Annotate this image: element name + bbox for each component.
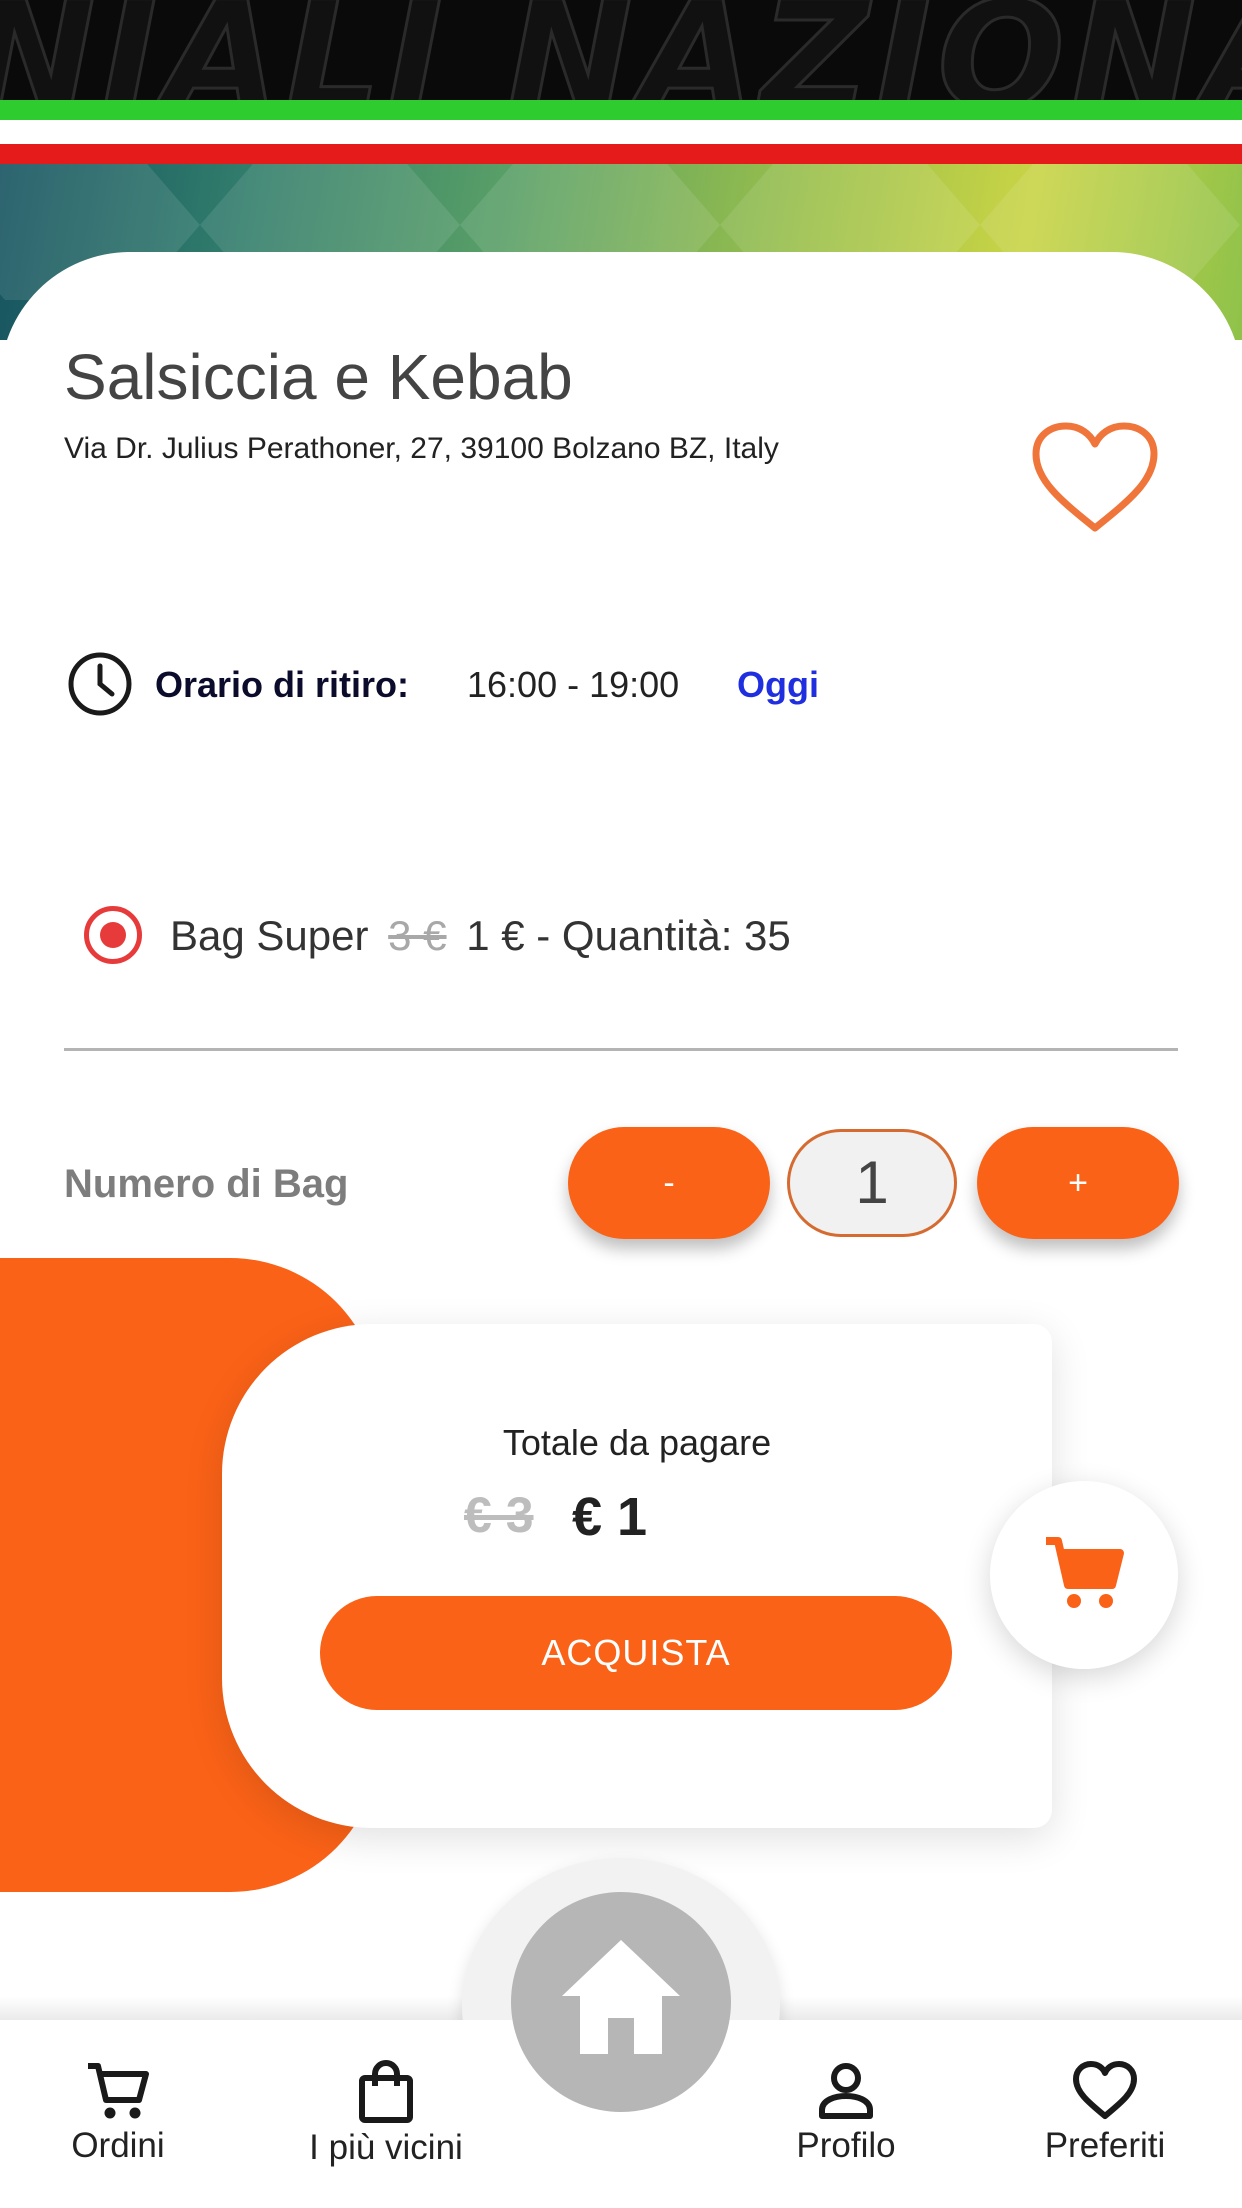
total-old-price: € 3 bbox=[464, 1487, 534, 1543]
favorite-heart-icon[interactable] bbox=[1030, 420, 1160, 535]
buy-button[interactable]: ACQUISTA bbox=[320, 1596, 952, 1710]
bag-option-radio[interactable] bbox=[84, 906, 142, 964]
bag-option-label[interactable]: Bag Super 3 € 1 € - Quantità: 35 bbox=[170, 912, 791, 960]
total-panel: Totale da pagare € 3 € 1 ACQUISTA bbox=[222, 1324, 1052, 1828]
cart-icon bbox=[88, 2063, 149, 2119]
flag-stripe-white bbox=[0, 120, 1242, 144]
shopping-bag-icon bbox=[359, 2060, 413, 2123]
nav-label: I più vicini bbox=[309, 2128, 463, 2167]
banner-sign-text: NIALI NAZIONALI bbox=[0, 0, 1242, 100]
store-address: Via Dr. Julius Perathoner, 27, 39100 Bol… bbox=[64, 432, 779, 465]
flag-stripe-red bbox=[0, 144, 1242, 164]
quantity-value: 1 bbox=[787, 1129, 957, 1237]
nav-item-preferiti[interactable]: Preferiti bbox=[1030, 2060, 1180, 2166]
nav-label: Preferiti bbox=[1044, 2126, 1166, 2165]
increase-quantity-button[interactable]: + bbox=[977, 1127, 1179, 1239]
heart-icon bbox=[1073, 2061, 1137, 2119]
pickup-day: Oggi bbox=[737, 664, 819, 705]
quantity-label: Numero di Bag bbox=[64, 1162, 349, 1206]
bag-old-price: 3 € bbox=[388, 912, 447, 959]
store-name: Salsiccia e Kebab bbox=[64, 341, 573, 413]
bag-quantity: - Quantità: 35 bbox=[536, 912, 791, 959]
flag-stripe-green bbox=[0, 100, 1242, 120]
pickup-time: 16:00 - 19:00 bbox=[467, 664, 680, 705]
cart-icon bbox=[1046, 1537, 1124, 1608]
nav-label: Profilo bbox=[796, 2126, 896, 2165]
nav-label: Ordini bbox=[71, 2126, 165, 2165]
total-new-price: € 1 bbox=[572, 1487, 648, 1547]
total-label: Totale da pagare bbox=[502, 1422, 772, 1463]
decrease-quantity-button[interactable]: - bbox=[568, 1127, 770, 1239]
home-button[interactable] bbox=[511, 1892, 731, 2112]
clock-icon bbox=[66, 650, 134, 718]
pickup-label: Orario di ritiro: bbox=[155, 664, 410, 705]
cart-button[interactable] bbox=[990, 1481, 1178, 1669]
person-icon bbox=[819, 2063, 873, 2119]
bag-name: Bag Super bbox=[170, 912, 369, 959]
nav-item-profilo[interactable]: Profilo bbox=[786, 2060, 906, 2166]
home-icon bbox=[562, 1940, 680, 2054]
divider bbox=[64, 1048, 1178, 1051]
banner-sign: NIALI NAZIONALI bbox=[0, 0, 1242, 100]
nav-item-nearby[interactable]: I più vicini bbox=[296, 2060, 476, 2168]
nav-item-ordini[interactable]: Ordini bbox=[58, 2060, 178, 2166]
bag-new-price: 1 € bbox=[466, 912, 525, 959]
